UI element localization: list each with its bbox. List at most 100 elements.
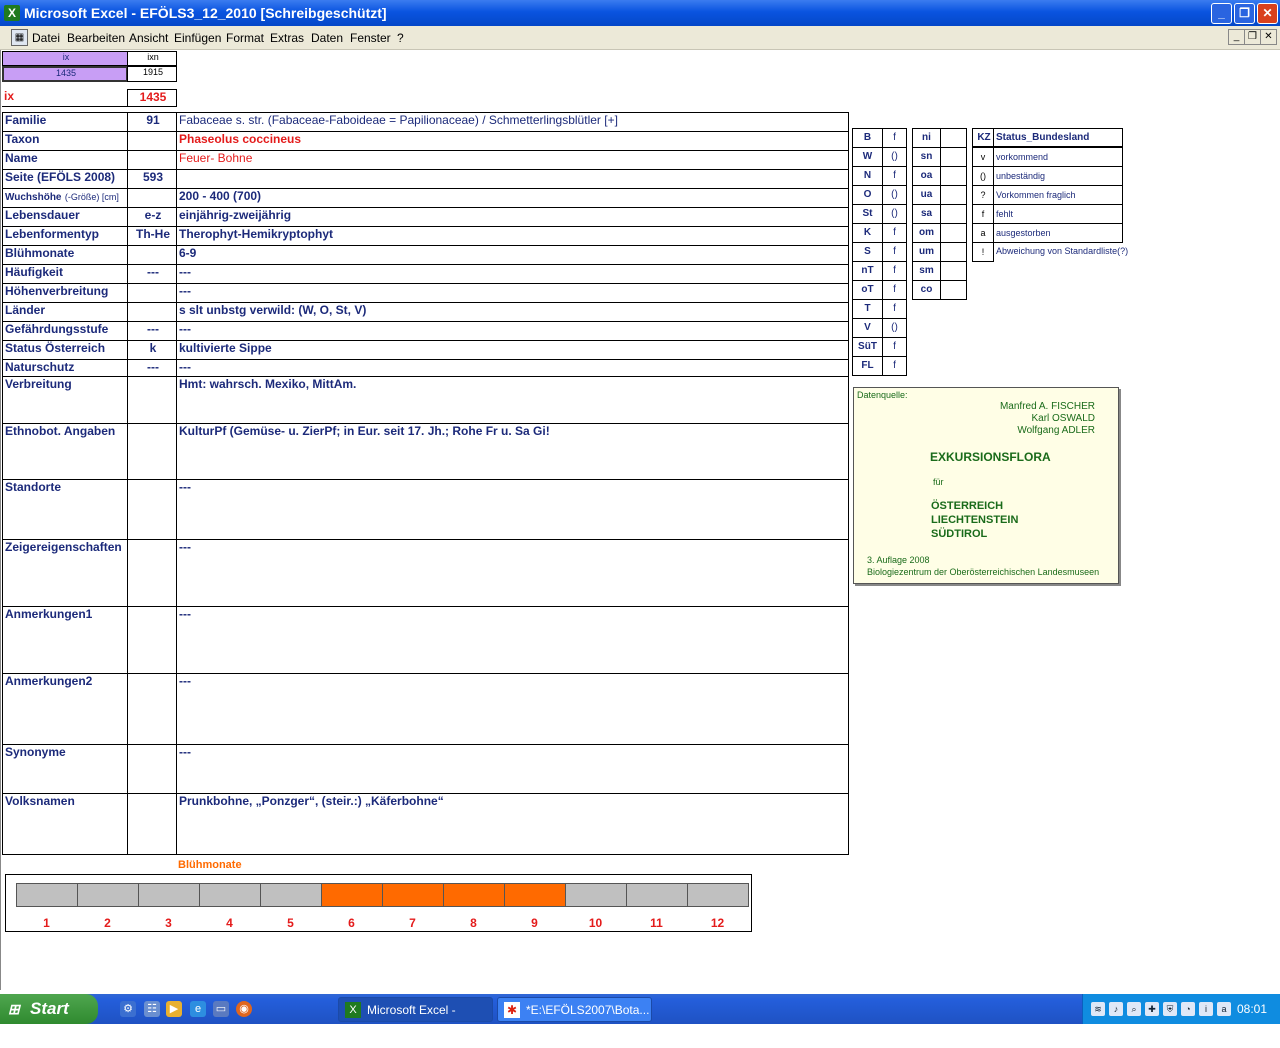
row-code[interactable] [127,188,177,208]
tray-info-icon[interactable]: i [1199,1002,1213,1016]
state-code[interactable]: O [852,185,883,205]
row-label[interactable]: Länder [2,302,128,322]
menu-einfuegen[interactable]: Einfügen [174,26,221,50]
ix-value[interactable]: 1435 [127,89,177,107]
state-status[interactable]: () [882,204,907,224]
row-code[interactable]: --- [127,359,177,377]
state-code[interactable]: K [852,223,883,243]
row-code[interactable]: --- [127,264,177,284]
row-label[interactable]: Anmerkungen2 [2,673,128,745]
row-label[interactable]: Blühmonate [2,245,128,265]
state-code[interactable]: nT [852,261,883,281]
row-value[interactable]: --- [176,606,849,674]
legend-kz[interactable]: () [972,166,994,186]
ixn-small-value[interactable]: 1915 [127,66,177,82]
row-code[interactable] [127,245,177,265]
state-status[interactable]: () [882,318,907,338]
row-value[interactable]: --- [176,673,849,745]
state-code[interactable]: FL [852,356,883,376]
tray-network-icon[interactable]: ≋ [1091,1002,1105,1016]
row-code[interactable] [127,131,177,151]
row-value[interactable]: --- [176,321,849,341]
row-code[interactable]: 593 [127,169,177,189]
row-code[interactable] [127,302,177,322]
row-code[interactable]: e-z [127,207,177,227]
region-status[interactable] [940,242,967,262]
region-code[interactable]: sm [912,261,941,281]
state-status[interactable]: f [882,337,907,357]
row-code[interactable] [127,283,177,303]
menu-daten[interactable]: Daten [311,26,343,50]
row-code[interactable] [127,539,177,607]
state-status[interactable]: f [882,356,907,376]
row-label[interactable]: Wuchshöhe (-Größe) [cm] [2,188,128,208]
row-label[interactable]: Zeigereigenschaften [2,539,128,607]
row-label[interactable]: Naturschutz [2,359,128,377]
ix-small-value[interactable]: 1435 [2,66,128,82]
row-code[interactable] [127,673,177,745]
region-code[interactable]: um [912,242,941,262]
state-code[interactable]: T [852,299,883,319]
legend-kz[interactable]: f [972,204,994,224]
state-status[interactable]: f [882,280,907,300]
row-value[interactable]: --- [176,744,849,794]
row-value[interactable]: 6-9 [176,245,849,265]
state-status[interactable]: f [882,223,907,243]
state-code[interactable]: S [852,242,883,262]
legend-text[interactable]: fehlt [993,204,1123,224]
tray-security-icon[interactable]: ✚ [1145,1002,1159,1016]
state-status[interactable]: () [882,147,907,167]
quicklaunch-media-icon[interactable]: ▶ [166,1001,182,1017]
ix-small-label[interactable]: ix [2,51,128,66]
state-code[interactable]: N [852,166,883,186]
region-status[interactable] [940,280,967,300]
minimize-icon[interactable]: _ [1211,3,1232,24]
row-label[interactable]: Seite (EFÖLS 2008) [2,169,128,189]
menu-bearbeiten[interactable]: Bearbeiten [67,26,125,50]
tray-app-icon[interactable]: a [1217,1002,1231,1016]
row-code[interactable] [127,150,177,170]
region-code[interactable]: sn [912,147,941,167]
menu-fenster[interactable]: Fenster [350,26,391,50]
legend-kz[interactable]: a [972,223,994,243]
row-value[interactable]: --- [176,359,849,377]
doc-minimize-icon[interactable]: _ [1228,29,1245,45]
tray-search-icon[interactable]: ⌕ [1127,1002,1141,1016]
row-label[interactable]: Lebenformentyp [2,226,128,246]
row-value[interactable]: Hmt: wahrsch. Mexiko, MittAm. [176,376,849,424]
row-code[interactable]: Th-He [127,226,177,246]
row-code[interactable]: 91 [127,112,177,132]
ixn-small-label[interactable]: ixn [127,51,177,66]
row-value[interactable]: Fabaceae s. str. (Fabaceae-Faboideae = P… [176,112,849,132]
row-value[interactable]: --- [176,539,849,607]
state-code[interactable]: W [852,147,883,167]
row-code[interactable] [127,376,177,424]
row-value[interactable]: einjährig-zweijährig [176,207,849,227]
legend-text[interactable]: unbeständig [993,166,1123,186]
excel-app-icon[interactable]: X [4,5,20,21]
region-code[interactable]: oa [912,166,941,186]
legend-kz[interactable]: ! [972,242,994,262]
quicklaunch-desktop-icon[interactable]: ▭ [213,1001,229,1017]
row-value[interactable]: Feuer- Bohne [176,150,849,170]
menu-datei[interactable]: Datei [32,26,60,50]
legend-title[interactable]: Status_Bundesland [993,128,1123,147]
state-status[interactable]: f [882,299,907,319]
region-code[interactable]: om [912,223,941,243]
row-value[interactable]: --- [176,283,849,303]
row-label[interactable]: Volksnamen [2,793,128,855]
row-value[interactable] [176,169,849,189]
state-status[interactable]: f [882,242,907,262]
row-label[interactable]: Name [2,150,128,170]
row-label[interactable]: Anmerkungen1 [2,606,128,674]
row-label[interactable]: Status Österreich [2,340,128,360]
row-value[interactable]: kultivierte Sippe [176,340,849,360]
row-code[interactable]: k [127,340,177,360]
row-value[interactable]: Prunkbohne, „Ponzger“, (steir.:) „Käferb… [176,793,849,855]
row-code[interactable] [127,423,177,480]
row-label[interactable]: Häufigkeit [2,264,128,284]
row-value[interactable]: --- [176,264,849,284]
row-value[interactable]: 200 - 400 (700) [176,188,849,208]
row-label[interactable]: Höhenverbreitung [2,283,128,303]
region-status[interactable] [940,204,967,224]
